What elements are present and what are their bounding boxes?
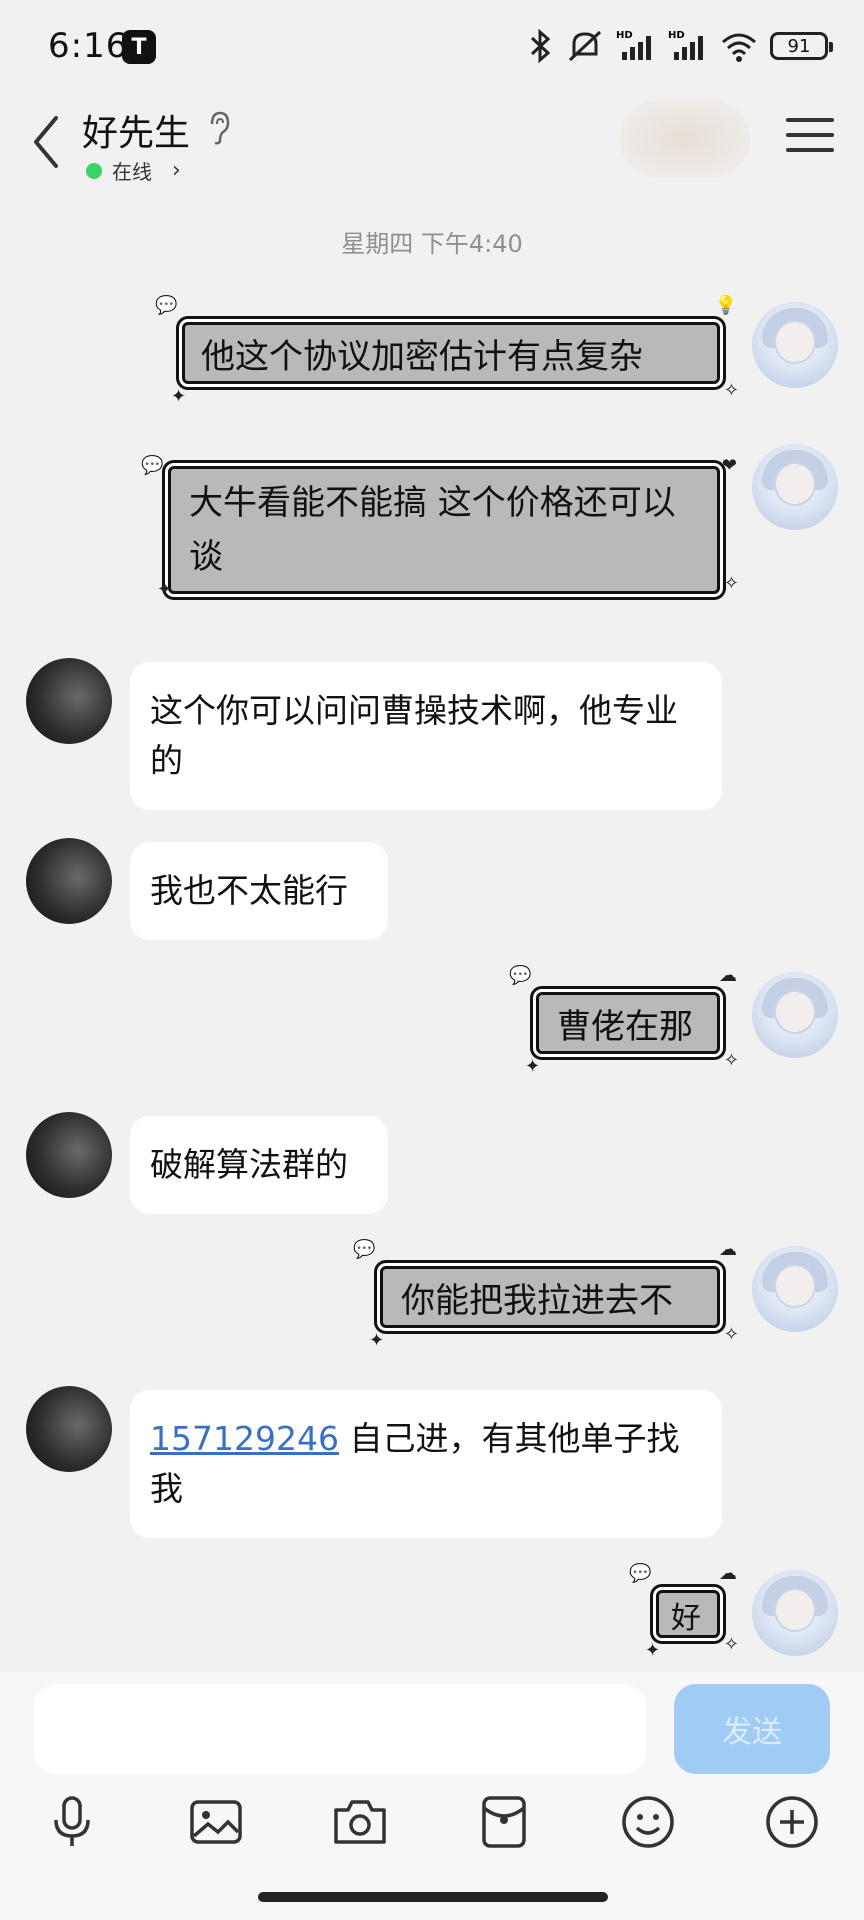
bubble-decoration: ✦ xyxy=(645,1640,661,1661)
tool-row xyxy=(0,1792,864,1872)
bluetooth-icon xyxy=(530,28,551,64)
qq-group-link[interactable]: 157129246 xyxy=(150,1419,339,1458)
svg-text:HD: HD xyxy=(668,30,685,41)
bubble-decoration: ❤ xyxy=(721,455,737,476)
online-status[interactable]: 在线 › xyxy=(86,156,181,185)
bubble-decoration: ✧ xyxy=(723,573,739,594)
contact-avatar[interactable] xyxy=(26,838,112,924)
message-bubble[interactable]: 破解算法群的 xyxy=(130,1116,388,1214)
image-icon[interactable] xyxy=(186,1792,246,1852)
message-text: 我也不太能行 xyxy=(150,871,348,910)
contact-name[interactable]: 好先生 xyxy=(82,104,190,156)
status-icons: HD HD 91 xyxy=(528,28,833,64)
bubble-decoration: ✧ xyxy=(723,1324,739,1345)
bubble-decoration: ✦ xyxy=(369,1330,385,1351)
message-text: 他这个协议加密估计有点复杂 xyxy=(201,336,643,377)
bubble-decoration: ☁ xyxy=(719,1239,737,1260)
input-bar: 发送 xyxy=(0,1672,864,1920)
emoji-icon[interactable] xyxy=(618,1792,678,1852)
online-status-label: 在线 xyxy=(112,160,152,184)
contact-avatar[interactable] xyxy=(26,1386,112,1472)
bubble-decoration: 💬 xyxy=(141,455,164,476)
message-text: 好 xyxy=(671,1601,701,1636)
menu-line xyxy=(786,148,834,152)
message-bubble[interactable]: 这个你可以问问曹操技术啊，他专业的 xyxy=(130,662,722,810)
status-bar: 6:16 T HD HD 91 xyxy=(0,0,864,96)
sticker-bubble[interactable]: 好 💬 ☁ ✦ ✧ xyxy=(629,1563,739,1661)
signal-hd-icon: HD xyxy=(616,30,651,60)
menu-line xyxy=(786,118,834,122)
contact-avatar[interactable] xyxy=(26,658,112,744)
bubble-decoration: ✧ xyxy=(723,1050,739,1071)
chat-area[interactable]: 星期四 下午4:40 他这个协议加密估计有点复杂 💬 💡 ✦ ✧ 大牛看能不能搞… xyxy=(0,192,864,1672)
chat-header: 好先生 在线 › xyxy=(0,96,864,192)
ear-icon[interactable] xyxy=(206,110,232,146)
bubble-decoration: 💡 xyxy=(714,295,737,316)
message-text: 这个你可以问问曹操技术啊，他专业的 xyxy=(150,691,678,780)
plus-icon[interactable] xyxy=(762,1792,822,1852)
blurred-region xyxy=(620,100,750,178)
bubble-decoration: 💬 xyxy=(353,1239,376,1260)
status-time: 6:16 xyxy=(48,26,129,66)
message-timestamp: 星期四 下午4:40 xyxy=(341,230,523,258)
camera-icon[interactable] xyxy=(330,1792,390,1852)
send-button[interactable]: 发送 xyxy=(674,1684,830,1774)
online-dot xyxy=(86,162,102,179)
sticker-bubble[interactable]: 大牛看能不能搞 这个价格还可以谈 💬 ❤ ✦ ✧ xyxy=(141,455,739,600)
microphone-icon[interactable] xyxy=(42,1792,102,1852)
message-text: 你能把我拉进去不 xyxy=(401,1280,673,1321)
my-avatar[interactable] xyxy=(752,302,838,388)
bubble-decoration: ☁ xyxy=(719,965,737,986)
battery-icon: 91 xyxy=(770,32,833,60)
menu-line xyxy=(786,133,834,137)
bubble-decoration: ✧ xyxy=(723,380,739,401)
menu-button[interactable] xyxy=(786,118,834,164)
battery-level: 91 xyxy=(787,35,811,57)
tiktok-icon: T xyxy=(122,30,156,64)
sticker-bubble[interactable]: 你能把我拉进去不 💬 ☁ ✦ ✧ xyxy=(353,1239,739,1351)
sticker-bubble[interactable]: 他这个协议加密估计有点复杂 💬 💡 ✦ ✧ xyxy=(155,295,739,407)
bubble-decoration: ✦ xyxy=(157,579,173,600)
message-bubble[interactable]: 我也不太能行 xyxy=(130,842,388,940)
bubble-decoration: 💬 xyxy=(155,295,178,316)
back-button[interactable] xyxy=(26,112,66,172)
home-indicator[interactable] xyxy=(258,1892,608,1902)
signal-hd-icon: HD xyxy=(668,30,703,60)
chevron-right-icon: › xyxy=(172,158,181,183)
bubble-decoration: ☁ xyxy=(719,1563,737,1584)
sticker-bubble[interactable]: 曹佬在那 💬 ☁ ✦ ✧ xyxy=(509,965,739,1077)
message-input[interactable] xyxy=(34,1684,646,1774)
bubble-decoration: 💬 xyxy=(629,1563,652,1584)
message-text: 破解算法群的 xyxy=(150,1145,348,1184)
mute-icon xyxy=(568,30,602,62)
message-bubble[interactable]: 157129246 自己进，有其他单子找我 xyxy=(130,1390,722,1538)
bubble-decoration: ✦ xyxy=(171,386,187,407)
bubble-decoration: 💬 xyxy=(509,965,532,986)
my-avatar[interactable] xyxy=(752,1246,838,1332)
my-avatar[interactable] xyxy=(752,972,838,1058)
contact-avatar[interactable] xyxy=(26,1112,112,1198)
message-text: 曹佬在那 xyxy=(557,1006,693,1047)
message-text: 大牛看能不能搞 这个价格还可以谈 xyxy=(189,483,676,577)
my-avatar[interactable] xyxy=(752,1570,838,1656)
wifi-icon xyxy=(722,33,756,62)
bubble-decoration: ✦ xyxy=(525,1056,541,1077)
red-packet-icon[interactable] xyxy=(474,1792,534,1852)
my-avatar[interactable] xyxy=(752,444,838,530)
svg-text:HD: HD xyxy=(616,30,633,41)
bubble-decoration: ✧ xyxy=(723,1634,739,1655)
